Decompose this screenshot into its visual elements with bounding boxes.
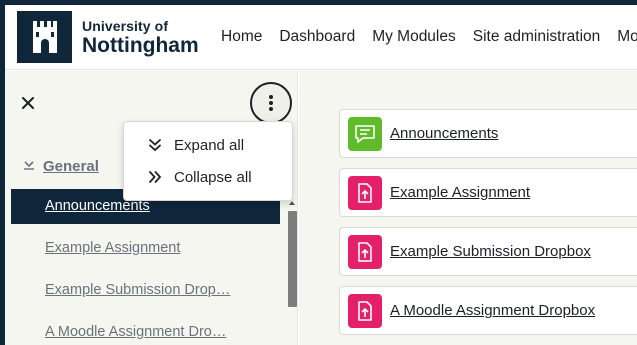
activity-example-submission-dropbox[interactable]: Example Submission Dropbox — [339, 227, 637, 276]
activity-label[interactable]: Example Assignment — [390, 184, 530, 201]
section-title[interactable]: General — [43, 158, 99, 175]
expand-all-label: Expand all — [174, 136, 245, 154]
course-index-options-menu: Expand all Collapse all — [123, 121, 293, 201]
activity-label[interactable]: A Moodle Assignment Dropbox — [390, 302, 595, 319]
logo-text: University of Nottingham — [82, 19, 199, 56]
assignment-icon — [348, 175, 382, 210]
section-general[interactable]: General — [23, 157, 99, 175]
expand-all-item[interactable]: Expand all — [124, 129, 292, 161]
scroll-thumb[interactable] — [288, 211, 297, 307]
scroll-up-arrow[interactable] — [289, 201, 295, 205]
activity-label[interactable]: Announcements — [390, 125, 498, 142]
browser-frame: University of Nottingham Home Dashboard … — [5, 5, 637, 345]
primary-nav: Home Dashboard My Modules Site administr… — [221, 28, 637, 46]
course-index-item-example-submission-dropbox[interactable]: Example Submission Drop… — [11, 273, 280, 308]
crest-icon — [17, 11, 72, 63]
assignment-icon — [348, 293, 382, 328]
nav-my-modules[interactable]: My Modules — [372, 28, 456, 46]
double-chevron-down-icon — [148, 138, 174, 152]
collapse-all-label: Collapse all — [174, 168, 252, 186]
university-logo[interactable]: University of Nottingham — [17, 11, 199, 63]
activity-label[interactable]: Example Submission Dropbox — [390, 243, 591, 260]
activity-example-assignment[interactable]: Example Assignment — [339, 168, 637, 217]
nav-site-administration[interactable]: Site administration — [473, 28, 601, 46]
collapse-all-item[interactable]: Collapse all — [124, 161, 292, 193]
course-index-drawer: General Announcements Example Assignment… — [5, 71, 298, 345]
close-icon[interactable] — [19, 95, 37, 113]
drawer-scrollbar[interactable] — [287, 201, 298, 345]
nav-dashboard[interactable]: Dashboard — [279, 28, 355, 46]
double-chevron-right-icon — [148, 170, 174, 184]
assignment-icon — [348, 234, 382, 269]
activity-announcements[interactable]: Announcements — [339, 109, 637, 158]
course-content: Announcements Example Assignment Example… — [299, 71, 637, 345]
chevron-down-icon[interactable] — [23, 157, 35, 175]
site-header: University of Nottingham Home Dashboard … — [5, 5, 637, 70]
course-index-item-moodle-assignment-dropbox[interactable]: A Moodle Assignment Dro… — [11, 315, 280, 345]
forum-icon — [348, 116, 382, 151]
course-index-item-example-assignment[interactable]: Example Assignment — [11, 231, 280, 266]
logo-line-2: Nottingham — [82, 33, 199, 57]
nav-more[interactable]: Mo — [617, 28, 637, 46]
nav-home[interactable]: Home — [221, 28, 262, 46]
activity-moodle-assignment-dropbox[interactable]: A Moodle Assignment Dropbox — [339, 286, 637, 335]
logo-line-1: University of — [82, 17, 169, 34]
kebab-menu-icon[interactable] — [250, 82, 292, 124]
